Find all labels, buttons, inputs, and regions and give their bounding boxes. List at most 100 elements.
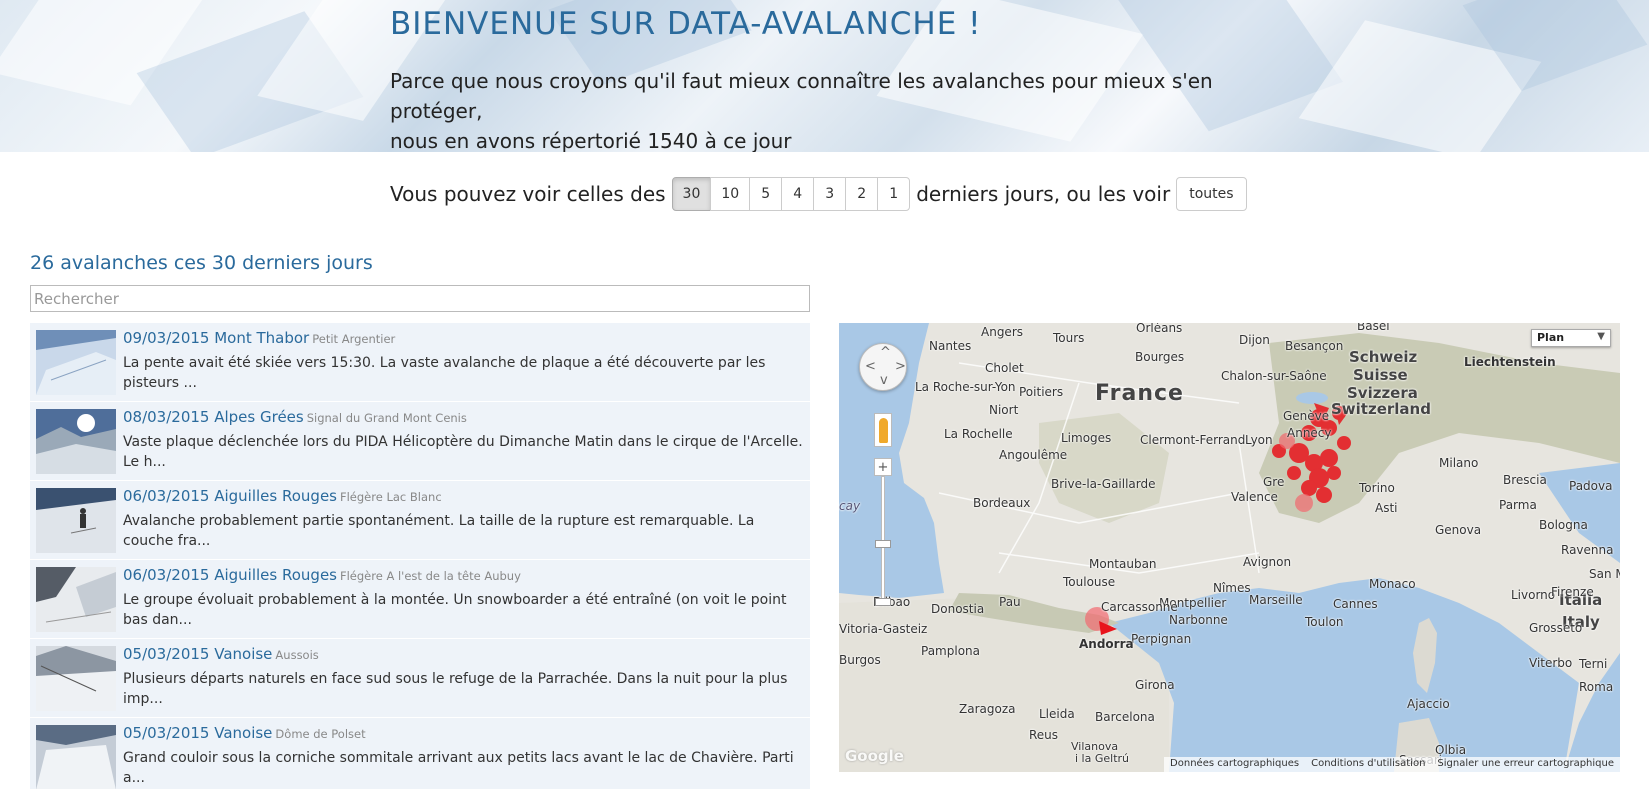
- map-label-switzerland: Switzerland: [1331, 400, 1431, 418]
- zoom-out-button[interactable]: [875, 598, 891, 606]
- pan-down-icon[interactable]: v: [880, 373, 888, 388]
- map-label-cholet: Cholet: [985, 361, 1024, 375]
- avalanche-title-link[interactable]: 05/03/2015 Vanoise: [123, 645, 272, 663]
- avalanche-title-link[interactable]: 08/03/2015 Alpes Grées: [123, 408, 304, 426]
- map-label-toulon: Toulon: [1305, 615, 1344, 629]
- map-label-clermont: Clermont-Ferrand: [1140, 433, 1246, 447]
- filter-middle-text: derniers jours, ou les voir: [916, 182, 1171, 206]
- map-label-niort: Niort: [989, 403, 1019, 417]
- list-item[interactable]: 08/03/2015 Alpes Grées Signal du Grand Mo…: [30, 402, 810, 481]
- avalanche-description: La pente avait été skiée vers 15:30. La …: [123, 355, 766, 391]
- map-label-montauban: Montauban: [1089, 557, 1157, 571]
- avalanche-photo[interactable]: [36, 330, 116, 395]
- pan-right-icon[interactable]: >: [895, 359, 906, 374]
- zoom-handle[interactable]: [875, 540, 891, 548]
- avalanche-photo[interactable]: [36, 646, 116, 711]
- map-label-perpignan: Perpignan: [1131, 632, 1192, 646]
- map-label-milano: Milano: [1439, 456, 1479, 470]
- search-input[interactable]: [30, 285, 810, 312]
- avalanche-title-link[interactable]: 06/03/2015 Aiguilles Rouges: [123, 487, 337, 505]
- days-2-button[interactable]: 2: [845, 177, 879, 211]
- map-label-vilanova-2: i la Geltrú: [1075, 752, 1130, 765]
- avalanche-photo[interactable]: [36, 725, 116, 789]
- intro-line-1: Parce que nous croyons qu'il faut mieux …: [390, 69, 1213, 123]
- chevron-down-icon: ▼: [1597, 331, 1605, 342]
- zoom-in-button[interactable]: +: [874, 458, 892, 476]
- avalanche-title-link[interactable]: 09/03/2015 Mont Thabor: [123, 329, 309, 347]
- map-label-andorra: Andorra: [1079, 637, 1134, 651]
- days-5-button[interactable]: 5: [749, 177, 783, 211]
- map-label-la-roche-sur-yon: La Roche-sur-Yon: [915, 380, 1016, 394]
- pan-up-icon[interactable]: ^: [880, 345, 891, 360]
- map-label-nantes: Nantes: [929, 339, 972, 353]
- map-label-bourges: Bourges: [1135, 350, 1185, 364]
- map-label-vitoria: Vitoria-Gasteiz: [839, 622, 928, 636]
- map-label-bordeaux: Bordeaux: [973, 496, 1031, 510]
- list-item[interactable]: 06/03/2015 Aiguilles Rouges Flégère A l'e…: [30, 560, 810, 639]
- map-label-viterbo: Viterbo: [1529, 656, 1573, 670]
- map-type-label: Plan: [1537, 331, 1565, 344]
- avalanche-title-link[interactable]: 05/03/2015 Vanoise: [123, 724, 272, 742]
- map-type-select[interactable]: Plan ▼: [1531, 329, 1611, 347]
- map-label-angers: Angers: [981, 325, 1023, 339]
- map-label-chalon: Chalon-sur-Saône: [1221, 369, 1327, 383]
- list-item[interactable]: 06/03/2015 Aiguilles Rouges Flégère Lac B…: [30, 481, 810, 560]
- list-item[interactable]: 05/03/2015 Vanoise Aussois Plusieurs dépa…: [30, 639, 810, 718]
- map-label-besancon: Besançon: [1285, 339, 1344, 353]
- avalanche-description: Grand couloir sous la corniche sommitale…: [123, 750, 794, 786]
- map-label-terni: Terni: [1579, 657, 1608, 671]
- map-terms-link[interactable]: Conditions d'utilisation: [1305, 757, 1432, 772]
- google-logo[interactable]: Google: [845, 747, 904, 765]
- avalanche-photo[interactable]: [36, 488, 116, 553]
- map-label-torino: Torino: [1359, 481, 1395, 495]
- days-10-button[interactable]: 10: [710, 177, 751, 211]
- map-report-error-link[interactable]: Signaler une erreur cartographique: [1431, 757, 1620, 772]
- map-label-firenze: Firenze: [1551, 585, 1594, 599]
- page-title: BIENVENUE SUR DATA-AVALANCHE !: [390, 6, 982, 42]
- days-4-button[interactable]: 4: [781, 177, 815, 211]
- avalanche-title-link[interactable]: 06/03/2015 Aiguilles Rouges: [123, 566, 337, 584]
- map-label-reus: Reus: [1029, 728, 1059, 742]
- map-label-annecy: Annecy: [1287, 426, 1332, 440]
- days-1-button[interactable]: 1: [877, 177, 911, 211]
- intro-text: Parce que nous croyons qu'il faut mieux …: [390, 66, 1270, 152]
- list-item[interactable]: 05/03/2015 Vanoise Dôme de Polset Grand c…: [30, 718, 810, 789]
- map-label-parma: Parma: [1499, 498, 1537, 512]
- map-label-tours: Tours: [1053, 331, 1085, 345]
- avalanche-map[interactable]: France Schweiz Suisse Svizzera Switzerla…: [839, 323, 1620, 772]
- map-label-liechtenstein: Liechtenstein: [1464, 355, 1556, 369]
- map-label-basel: Basel: [1357, 323, 1390, 333]
- map-label-schweiz: Schweiz: [1349, 348, 1418, 366]
- street-view-pegman[interactable]: [874, 413, 892, 447]
- avalanche-description: Avalanche probablement partie spontanéme…: [123, 513, 755, 549]
- map-label-lyon: Lyon: [1245, 433, 1273, 447]
- avalanche-photo[interactable]: [36, 409, 116, 474]
- map-label-grosseto: Grosseto: [1529, 621, 1583, 635]
- map-label-lleida: Lleida: [1039, 707, 1075, 721]
- map-label-girona: Girona: [1135, 678, 1175, 692]
- show-all-button[interactable]: toutes: [1176, 177, 1247, 211]
- map-label-brescia: Brescia: [1503, 473, 1547, 487]
- map-label-barcelona: Barcelona: [1095, 710, 1155, 724]
- avalanche-photo[interactable]: [36, 567, 116, 632]
- intro-line-2: nous en avons répertorié 1540 à ce jour: [390, 129, 792, 152]
- map-zoom-slider[interactable]: +: [874, 458, 892, 613]
- avalanche-description: Le groupe évoluait probablement à la mon…: [123, 592, 787, 628]
- list-item[interactable]: 09/03/2015 Mont Thabor Petit Argentier La…: [30, 323, 810, 402]
- days-30-button[interactable]: 30: [671, 177, 712, 211]
- map-label-dijon: Dijon: [1239, 333, 1270, 347]
- pan-left-icon[interactable]: <: [865, 359, 876, 374]
- avalanche-count-heading: 26 avalanches ces 30 derniers jours: [30, 252, 373, 274]
- map-label-grenoble: Gre: [1263, 475, 1285, 489]
- map-label-san-marino: San Marino: [1589, 567, 1620, 581]
- days-3-button[interactable]: 3: [813, 177, 847, 211]
- map-label-asti: Asti: [1375, 501, 1398, 515]
- avalanche-place: Flégère Lac Blanc: [340, 490, 442, 504]
- map-label-suisse: Suisse: [1353, 366, 1408, 384]
- map-label-ajaccio: Ajaccio: [1407, 697, 1450, 711]
- map-label-padova: Padova: [1569, 479, 1613, 493]
- map-data-link[interactable]: Données cartographiques: [1164, 757, 1306, 772]
- map-pan-control[interactable]: ^ v < >: [859, 343, 907, 391]
- avalanche-description: Plusieurs départs naturels en face sud s…: [123, 671, 788, 707]
- map-label-orleans: Orléans: [1136, 323, 1183, 335]
